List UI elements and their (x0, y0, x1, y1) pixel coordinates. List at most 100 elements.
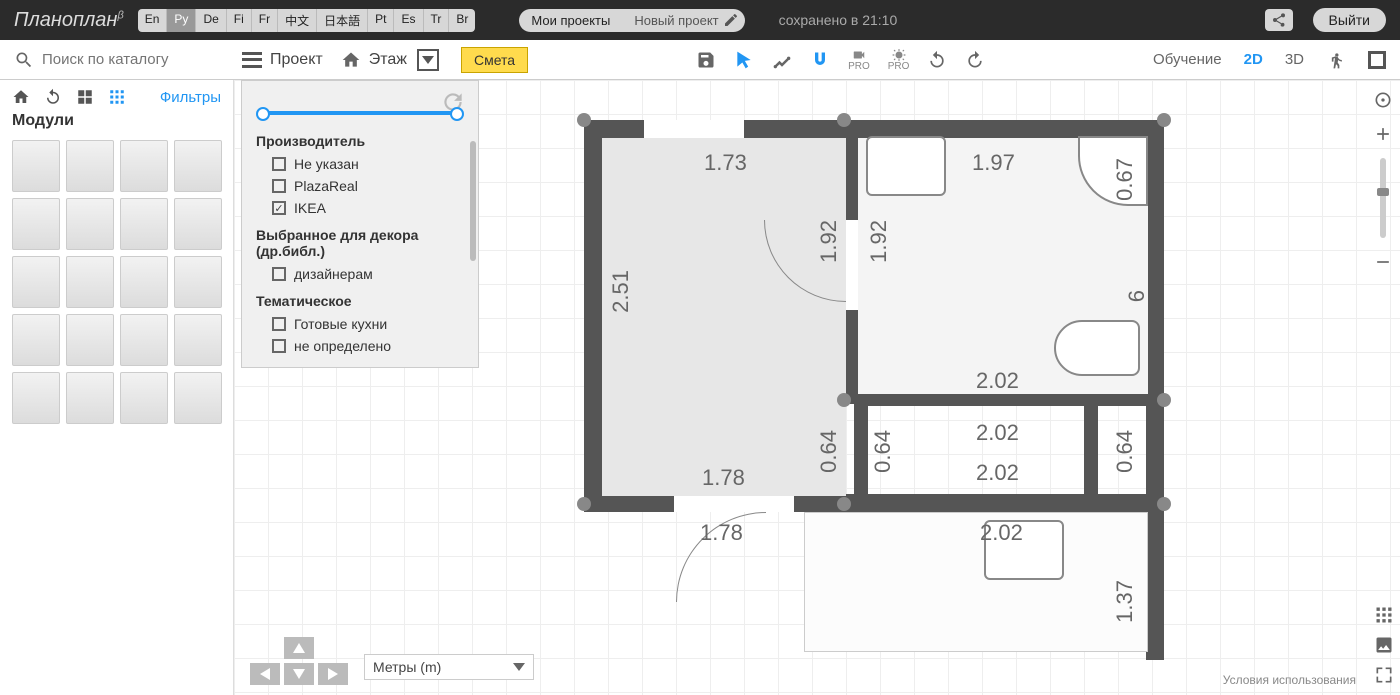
view-grid-icon[interactable] (108, 88, 126, 106)
module-thumb[interactable] (120, 372, 168, 424)
language-switcher[interactable]: En Ру De Fi Fr 中文 日本語 Pt Es Tr Br (138, 9, 476, 32)
main-toolbar: Проект Этаж Смета PRO PRO Обучение 2D 3D (0, 40, 1400, 80)
walk-view-icon[interactable] (1326, 50, 1346, 70)
camera-pro-icon[interactable]: PRO (848, 48, 870, 72)
module-thumb[interactable] (66, 314, 114, 366)
redo-icon[interactable] (965, 50, 985, 70)
filter-opt[interactable]: IKEA (256, 197, 464, 219)
module-thumb[interactable] (120, 140, 168, 192)
units-dropdown[interactable]: Метры (m) (364, 654, 534, 680)
panel-scrollbar[interactable] (470, 141, 476, 261)
view-2d[interactable]: 2D (1244, 51, 1263, 68)
lang-pt[interactable]: Pt (368, 9, 394, 32)
module-thumb[interactable] (174, 198, 222, 250)
undo-nav-icon[interactable] (44, 88, 62, 106)
lang-tr[interactable]: Tr (424, 9, 450, 32)
module-thumb[interactable] (174, 140, 222, 192)
nav-down[interactable] (284, 663, 314, 685)
training-link[interactable]: Обучение (1153, 51, 1222, 68)
dim-label: 0.64 (1112, 430, 1138, 473)
menu-icon[interactable] (242, 52, 262, 68)
module-thumb[interactable] (120, 256, 168, 308)
dim-label: 1.37 (1112, 580, 1138, 623)
module-thumb[interactable] (174, 256, 222, 308)
lang-fr[interactable]: Fr (252, 9, 278, 32)
breadcrumb-current[interactable]: Новый проект (622, 9, 744, 32)
search-input[interactable] (42, 51, 212, 68)
lang-fi[interactable]: Fi (227, 9, 252, 32)
filters-link[interactable]: Фильтры (160, 89, 221, 106)
filter-opt[interactable]: дизайнерам (256, 263, 464, 285)
wall-tool-icon[interactable] (772, 50, 792, 70)
terms-link[interactable]: Условия использования (1223, 673, 1356, 687)
dim-label: 1.78 (702, 465, 745, 491)
filter-opt[interactable]: Готовые кухни (256, 313, 464, 335)
save-icon[interactable] (696, 50, 716, 70)
lang-ru[interactable]: Ру (167, 9, 196, 32)
estimate-button[interactable]: Смета (461, 47, 528, 73)
module-thumb[interactable] (66, 140, 114, 192)
catalog-search[interactable] (14, 50, 234, 70)
sidebar: Фильтры Модули (0, 80, 234, 695)
lang-ja[interactable]: 日本語 (317, 9, 368, 32)
grid-toggle-icon[interactable] (1374, 605, 1394, 625)
module-thumb[interactable] (66, 372, 114, 424)
zoom-out-icon[interactable] (1373, 252, 1393, 272)
lang-zh[interactable]: 中文 (278, 9, 317, 32)
nav-up[interactable] (284, 637, 314, 659)
module-thumb[interactable] (12, 256, 60, 308)
lang-br[interactable]: Br (449, 9, 475, 32)
breadcrumb-projects[interactable]: Мои проекты (519, 9, 622, 32)
filter-opt[interactable]: PlazaReal (256, 175, 464, 197)
floor-dropdown[interactable] (417, 49, 439, 71)
dim-label: 0.64 (816, 430, 842, 473)
nav-right[interactable] (318, 663, 348, 685)
toilet-fixture[interactable] (1054, 320, 1140, 376)
sink-fixture[interactable] (866, 136, 946, 196)
module-thumb[interactable] (12, 372, 60, 424)
filter-panel: Производитель Не указан PlazaReal IKEA В… (241, 80, 479, 368)
module-thumb[interactable] (66, 198, 114, 250)
exit-button[interactable]: Выйти (1313, 8, 1386, 32)
filter-header-decor: Выбранное для декора (др.библ.) (256, 227, 464, 259)
fullscreen-icon[interactable] (1368, 51, 1386, 69)
project-menu[interactable]: Проект (270, 51, 323, 69)
pointer-icon[interactable] (734, 50, 754, 70)
module-thumb[interactable] (12, 198, 60, 250)
share-button[interactable] (1265, 9, 1293, 31)
pencil-icon[interactable] (723, 12, 739, 28)
zoom-slider[interactable] (1380, 158, 1386, 238)
lang-de[interactable]: De (196, 9, 226, 32)
nav-left[interactable] (250, 663, 280, 685)
module-thumb[interactable] (120, 198, 168, 250)
price-slider[interactable] (260, 111, 460, 115)
expand-icon[interactable] (1374, 665, 1394, 685)
undo-icon[interactable] (927, 50, 947, 70)
module-thumb[interactable] (174, 372, 222, 424)
sun-pro-icon[interactable]: PRO (888, 48, 910, 72)
dim-label: 2.02 (976, 368, 1019, 394)
magnet-icon[interactable] (810, 50, 830, 70)
home-icon[interactable] (12, 88, 30, 106)
module-thumb[interactable] (12, 314, 60, 366)
module-thumb[interactable] (174, 314, 222, 366)
module-thumb[interactable] (66, 256, 114, 308)
filter-opt[interactable]: Не указан (256, 153, 464, 175)
nav-pad (250, 637, 348, 685)
module-thumb[interactable] (120, 314, 168, 366)
target-icon[interactable] (1373, 90, 1393, 110)
floor-menu[interactable]: Этаж (369, 51, 407, 69)
view-3d[interactable]: 3D (1285, 51, 1304, 68)
zoom-in-icon[interactable] (1373, 124, 1393, 144)
dim-label: 2.02 (976, 420, 1019, 446)
filter-opt[interactable]: не определено (256, 335, 464, 357)
module-thumb[interactable] (12, 140, 60, 192)
home-up-icon[interactable] (341, 50, 361, 70)
lang-en[interactable]: En (138, 9, 168, 32)
view-large-icon[interactable] (76, 88, 94, 106)
lang-es[interactable]: Es (394, 9, 423, 32)
dim-label: 1.97 (972, 150, 1015, 176)
dim-label: 0.67 (1112, 158, 1138, 201)
image-icon[interactable] (1374, 635, 1394, 655)
dim-label: 2.51 (608, 270, 634, 313)
